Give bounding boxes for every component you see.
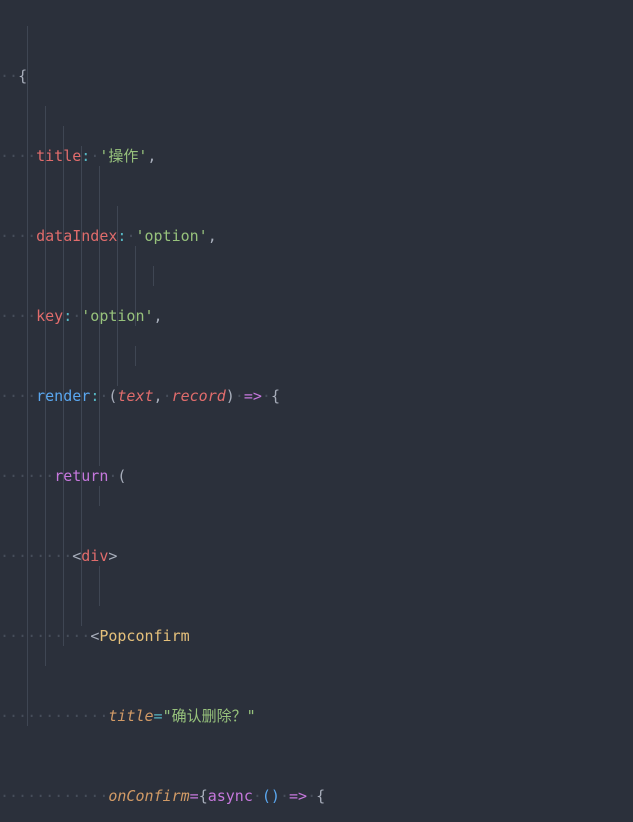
code-line[interactable]: ····key:·'option', xyxy=(0,306,633,326)
code-line[interactable]: ····render:·(text,·record)·=>·{ xyxy=(0,386,633,406)
ws: ···· xyxy=(0,147,37,165)
ws: ···· xyxy=(0,307,37,325)
ws: ······ xyxy=(0,467,55,485)
code-line[interactable]: ··{ xyxy=(0,66,633,86)
code-line[interactable]: ····dataIndex:·'option', xyxy=(0,226,633,246)
code-line[interactable]: ····title:·'操作', xyxy=(0,146,633,166)
ws: ···· xyxy=(0,387,37,405)
code-line[interactable]: ············title="确认删除？" xyxy=(0,706,633,726)
ws: ···· xyxy=(0,227,37,245)
code-line[interactable]: ······return·( xyxy=(0,466,633,486)
ws: ·· xyxy=(0,67,19,85)
ws: ·········· xyxy=(0,627,91,645)
code-editor-pane[interactable]: ··{ ····title:·'操作', ····dataIndex:·'opt… xyxy=(0,0,633,822)
code-content[interactable]: ··{ ····title:·'操作', ····dataIndex:·'opt… xyxy=(0,0,633,822)
ws: ········ xyxy=(0,547,73,565)
ws: ············ xyxy=(0,707,109,725)
ws: ············ xyxy=(0,787,109,805)
code-line[interactable]: ··········<Popconfirm xyxy=(0,626,633,646)
code-line[interactable]: ············onConfirm={async·()·=>·{ xyxy=(0,786,633,806)
code-line[interactable]: ········<div> xyxy=(0,546,633,566)
